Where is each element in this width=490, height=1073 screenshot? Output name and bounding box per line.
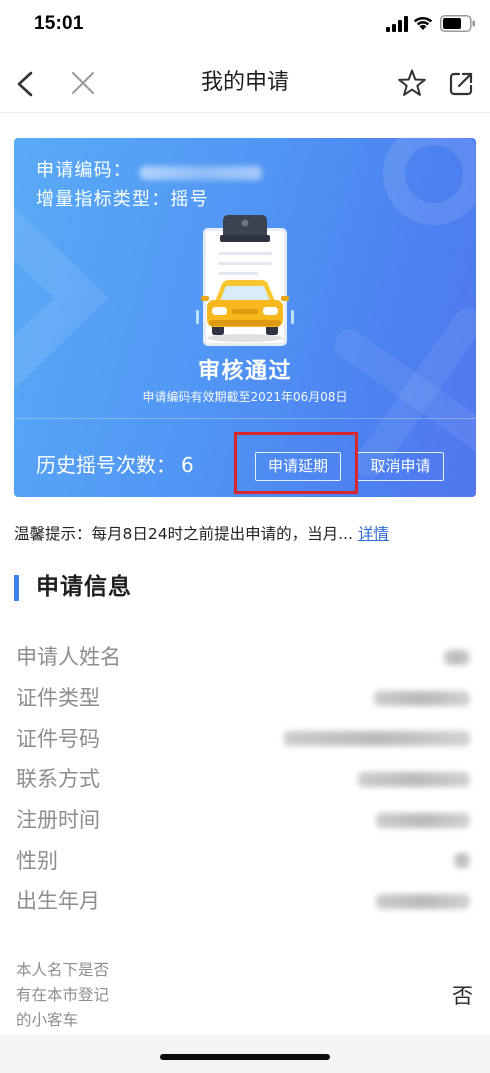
signal-icon [386, 16, 408, 32]
row-value-blurred [358, 771, 470, 787]
tip-details-link[interactable]: 详情 [358, 525, 389, 543]
info-row-applicant-name: 申请人姓名 [16, 637, 472, 678]
row-value-blurred [454, 853, 470, 869]
approved-car-illustration [196, 215, 294, 346]
row-label: 性别 [16, 848, 58, 873]
row-label: 证件号码 [16, 726, 100, 751]
row-value-blurred [374, 690, 470, 706]
battery-level-fill [443, 18, 461, 29]
lottery-history: 历史摇号次数： 6 [36, 452, 194, 478]
tip-text: 温馨提示：每月8日24时之前提出申请的，当月... [14, 525, 353, 543]
row-label: 申请人姓名 [16, 645, 121, 670]
card-divider [14, 418, 476, 419]
vehicle-ownership-value: 否 [452, 984, 473, 1008]
status-time: 15:01 [34, 13, 84, 34]
section-accent-bar [14, 575, 19, 601]
quota-type-value: 摇号 [170, 189, 209, 210]
quota-type: 增量指标类型：摇号 [36, 188, 209, 212]
nav-divider [0, 112, 490, 113]
info-row-registration-time: 注册时间 [16, 800, 472, 841]
application-code-value-blurred [140, 166, 262, 180]
info-row-gender: 性别 [16, 840, 472, 881]
cancel-application-button[interactable]: 取消申请 [357, 452, 444, 481]
share-icon[interactable] [447, 70, 475, 98]
row-value-blurred [376, 812, 470, 828]
wifi-icon [413, 16, 433, 30]
vehicle-label-line: 的小客车 [16, 1011, 79, 1029]
quota-type-label: 增量指标类型： [36, 189, 171, 210]
info-row-birth-date: 出生年月 [16, 881, 472, 922]
highlight-box [234, 432, 358, 494]
vehicle-label-line: 本人名下是否 [16, 961, 110, 979]
application-code-label: 申请编码： [36, 160, 132, 181]
row-label: 注册时间 [16, 808, 100, 833]
tip-banner: 温馨提示：每月8日24时之前提出申请的，当月... 详情 [14, 522, 389, 546]
battery-icon [440, 15, 475, 32]
row-value-blurred [376, 893, 470, 909]
row-label: 出生年月 [16, 889, 100, 914]
application-info-list: 申请人姓名 证件类型 证件号码 联系方式 注册时间 性别 出生年月 [16, 637, 472, 922]
code-validity: 申请编码有效期截至2021年06月08日 [142, 390, 348, 404]
star-icon[interactable] [397, 68, 427, 98]
row-value-blurred [284, 731, 470, 747]
review-status: 审核通过 [197, 359, 292, 384]
home-indicator[interactable] [160, 1054, 330, 1060]
row-label: 联系方式 [16, 767, 100, 792]
section-title: 申请信息 [36, 574, 132, 600]
info-row-id-type: 证件类型 [16, 678, 472, 719]
row-value-blurred [444, 649, 470, 665]
lottery-history-label: 历史摇号次数： [36, 453, 176, 477]
vehicle-ownership-label: 本人名下是否 有在本市登记 的小客车 [16, 958, 109, 1033]
row-label: 证件类型 [16, 686, 100, 711]
vehicle-label-line: 有在本市登记 [16, 986, 110, 1004]
info-row-id-number: 证件号码 [16, 718, 472, 759]
lottery-history-count: 6 [181, 453, 194, 477]
info-row-contact: 联系方式 [16, 759, 472, 800]
